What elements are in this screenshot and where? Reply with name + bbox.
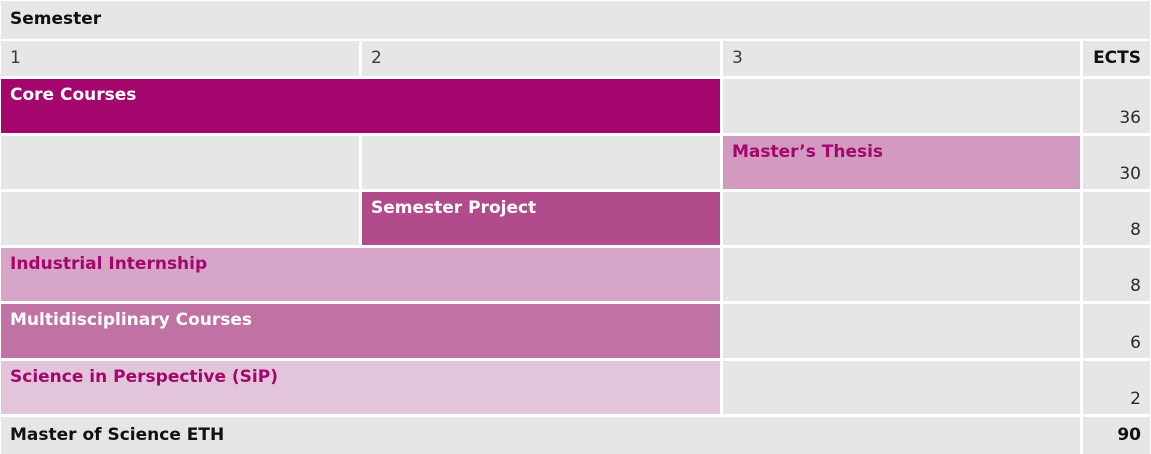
empty-cell <box>723 248 1080 301</box>
semester-title: Semester <box>10 9 102 29</box>
semester-col-3: 3 <box>723 41 1080 76</box>
masters-thesis-bar: Master’s Thesis <box>723 136 1080 189</box>
ects-value: 8 <box>1130 220 1141 240</box>
ects-multidisciplinary: 6 <box>1083 304 1150 358</box>
ects-value: 36 <box>1119 108 1141 128</box>
total-ects-value: 90 <box>1117 425 1141 445</box>
semester-project-bar: Semester Project <box>362 192 720 245</box>
empty-cell <box>723 304 1080 358</box>
ects-core: 36 <box>1083 79 1150 133</box>
empty-cell <box>723 79 1080 133</box>
ects-thesis: 30 <box>1083 136 1150 189</box>
ects-header: ECTS <box>1083 41 1150 76</box>
empty-cell <box>1 192 359 245</box>
empty-cell <box>723 192 1080 245</box>
semester-header: Semester <box>1 1 1150 39</box>
ects-value: 8 <box>1130 276 1141 296</box>
core-courses-label: Core Courses <box>10 85 137 105</box>
empty-cell <box>1 136 359 189</box>
semester-3-label: 3 <box>732 48 743 68</box>
semester-project-label: Semester Project <box>371 198 537 218</box>
industrial-internship-label: Industrial Internship <box>10 254 208 274</box>
total-row: Master of Science ETH <box>1 417 1080 454</box>
ects-value: 30 <box>1119 164 1141 184</box>
ects-header-label: ECTS <box>1093 48 1141 68</box>
semester-col-1: 1 <box>1 41 359 76</box>
sip-label: Science in Perspective (SiP) <box>10 367 278 387</box>
masters-thesis-label: Master’s Thesis <box>732 142 884 162</box>
ects-sip: 2 <box>1083 361 1150 414</box>
semester-2-label: 2 <box>371 48 382 68</box>
multidisciplinary-courses-label: Multidisciplinary Courses <box>10 310 253 330</box>
industrial-internship-bar: Industrial Internship <box>1 248 720 301</box>
ects-project: 8 <box>1083 192 1150 245</box>
ects-value: 2 <box>1130 389 1141 409</box>
total-ects: 90 <box>1083 417 1150 454</box>
ects-internship: 8 <box>1083 248 1150 301</box>
empty-cell <box>723 361 1080 414</box>
total-label: Master of Science ETH <box>10 425 225 445</box>
multidisciplinary-courses-bar: Multidisciplinary Courses <box>1 304 720 358</box>
sip-bar: Science in Perspective (SiP) <box>1 361 720 414</box>
ects-value: 6 <box>1130 333 1141 353</box>
semester-1-label: 1 <box>10 48 21 68</box>
study-plan-table: Semester 1 2 3 ECTS Core Courses 36 Mast… <box>0 0 1151 454</box>
semester-col-2: 2 <box>362 41 720 76</box>
empty-cell <box>362 136 720 189</box>
core-courses-bar: Core Courses <box>1 79 720 133</box>
